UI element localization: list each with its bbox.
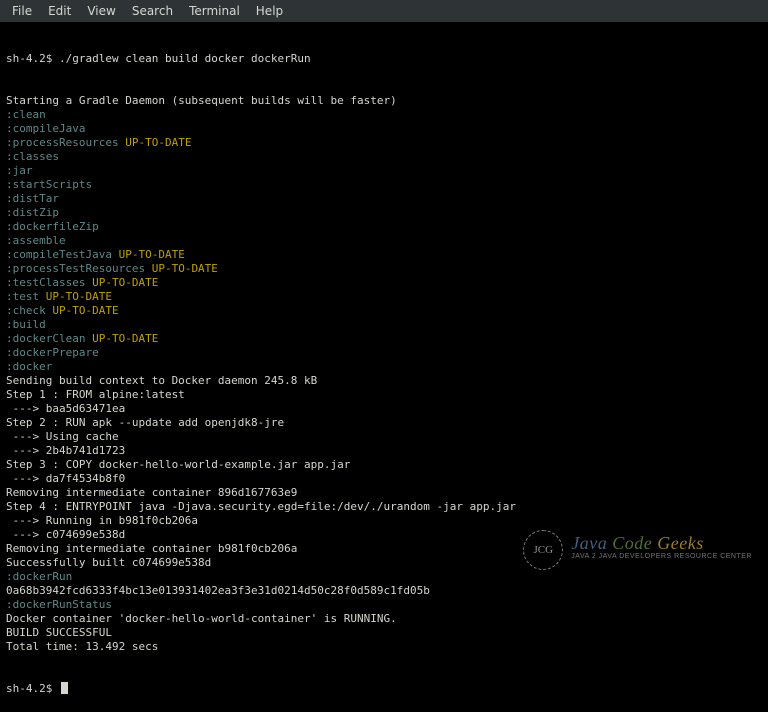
output-line: :jar [6, 164, 762, 178]
output-line: :classes [6, 150, 762, 164]
menu-file[interactable]: File [6, 2, 38, 20]
output-line: ---> baa5d63471ea [6, 402, 762, 416]
command: ./gradlew clean build docker dockerRun [59, 52, 311, 66]
output-line: ---> Using cache [6, 430, 762, 444]
output-line: Removing intermediate container b981f0cb… [6, 542, 762, 556]
output-line: :distZip [6, 206, 762, 220]
status-badge: UP-TO-DATE [92, 276, 158, 290]
output-line: Step 2 : RUN apk --update add openjdk8-j… [6, 416, 762, 430]
output-line: :dockerClean UP-TO-DATE [6, 332, 762, 346]
output-line: Starting a Gradle Daemon (subsequent bui… [6, 94, 762, 108]
prompt-line: sh-4.2$ [6, 682, 762, 696]
prompt: sh-4.2$ [6, 682, 52, 696]
output-line: ---> Running in b981f0cb206a [6, 514, 762, 528]
menubar: File Edit View Search Terminal Help [0, 0, 768, 22]
output-line: ---> c074699e538d [6, 528, 762, 542]
menu-terminal[interactable]: Terminal [183, 2, 246, 20]
output-line: :docker [6, 360, 762, 374]
terminal-output[interactable]: sh-4.2$ ./gradlew clean build docker doc… [0, 22, 768, 712]
output-line: :processTestResources UP-TO-DATE [6, 262, 762, 276]
prompt: sh-4.2$ [6, 52, 52, 66]
output-line: Total time: 13.492 secs [6, 640, 762, 654]
output-line: :compileTestJava UP-TO-DATE [6, 248, 762, 262]
output-line: :test UP-TO-DATE [6, 290, 762, 304]
output-line: :dockerRun [6, 570, 762, 584]
output-line: Sending build context to Docker daemon 2… [6, 374, 762, 388]
menu-view[interactable]: View [81, 2, 121, 20]
output-line: 0a68b3942fcd6333f4bc13e013931402ea3f3e31… [6, 584, 762, 598]
output-line: :compileJava [6, 122, 762, 136]
output-line: :build [6, 318, 762, 332]
output-line: :assemble [6, 234, 762, 248]
status-badge: UP-TO-DATE [119, 248, 185, 262]
output-line: :dockerRunStatus [6, 598, 762, 612]
menu-search[interactable]: Search [126, 2, 179, 20]
status-badge: UP-TO-DATE [125, 136, 191, 150]
output-line: ---> da7f4534b8f0 [6, 472, 762, 486]
output-line: BUILD SUCCESSFUL [6, 626, 762, 640]
output-line: :dockerPrepare [6, 346, 762, 360]
output-line: Step 3 : COPY docker-hello-world-example… [6, 458, 762, 472]
output-line: Removing intermediate container 896d1677… [6, 486, 762, 500]
output-line: Step 1 : FROM alpine:latest [6, 388, 762, 402]
output-line: :dockerfileZip [6, 220, 762, 234]
cursor [61, 682, 68, 694]
output-line: :processResources UP-TO-DATE [6, 136, 762, 150]
status-badge: UP-TO-DATE [92, 332, 158, 346]
output-line: :startScripts [6, 178, 762, 192]
status-badge: UP-TO-DATE [152, 262, 218, 276]
menu-help[interactable]: Help [250, 2, 289, 20]
output-line: Step 4 : ENTRYPOINT java -Djava.security… [6, 500, 762, 514]
command-line: sh-4.2$ ./gradlew clean build docker doc… [6, 52, 762, 66]
output-line: Successfully built c074699e538d [6, 556, 762, 570]
menu-edit[interactable]: Edit [42, 2, 77, 20]
status-badge: UP-TO-DATE [52, 304, 118, 318]
output-line: Docker container 'docker-hello-world-con… [6, 612, 762, 626]
output-lines: Starting a Gradle Daemon (subsequent bui… [6, 94, 762, 654]
output-line: :distTar [6, 192, 762, 206]
output-line: :testClasses UP-TO-DATE [6, 276, 762, 290]
output-line: :clean [6, 108, 762, 122]
output-line: :check UP-TO-DATE [6, 304, 762, 318]
status-badge: UP-TO-DATE [46, 290, 112, 304]
output-line: ---> 2b4b741d1723 [6, 444, 762, 458]
